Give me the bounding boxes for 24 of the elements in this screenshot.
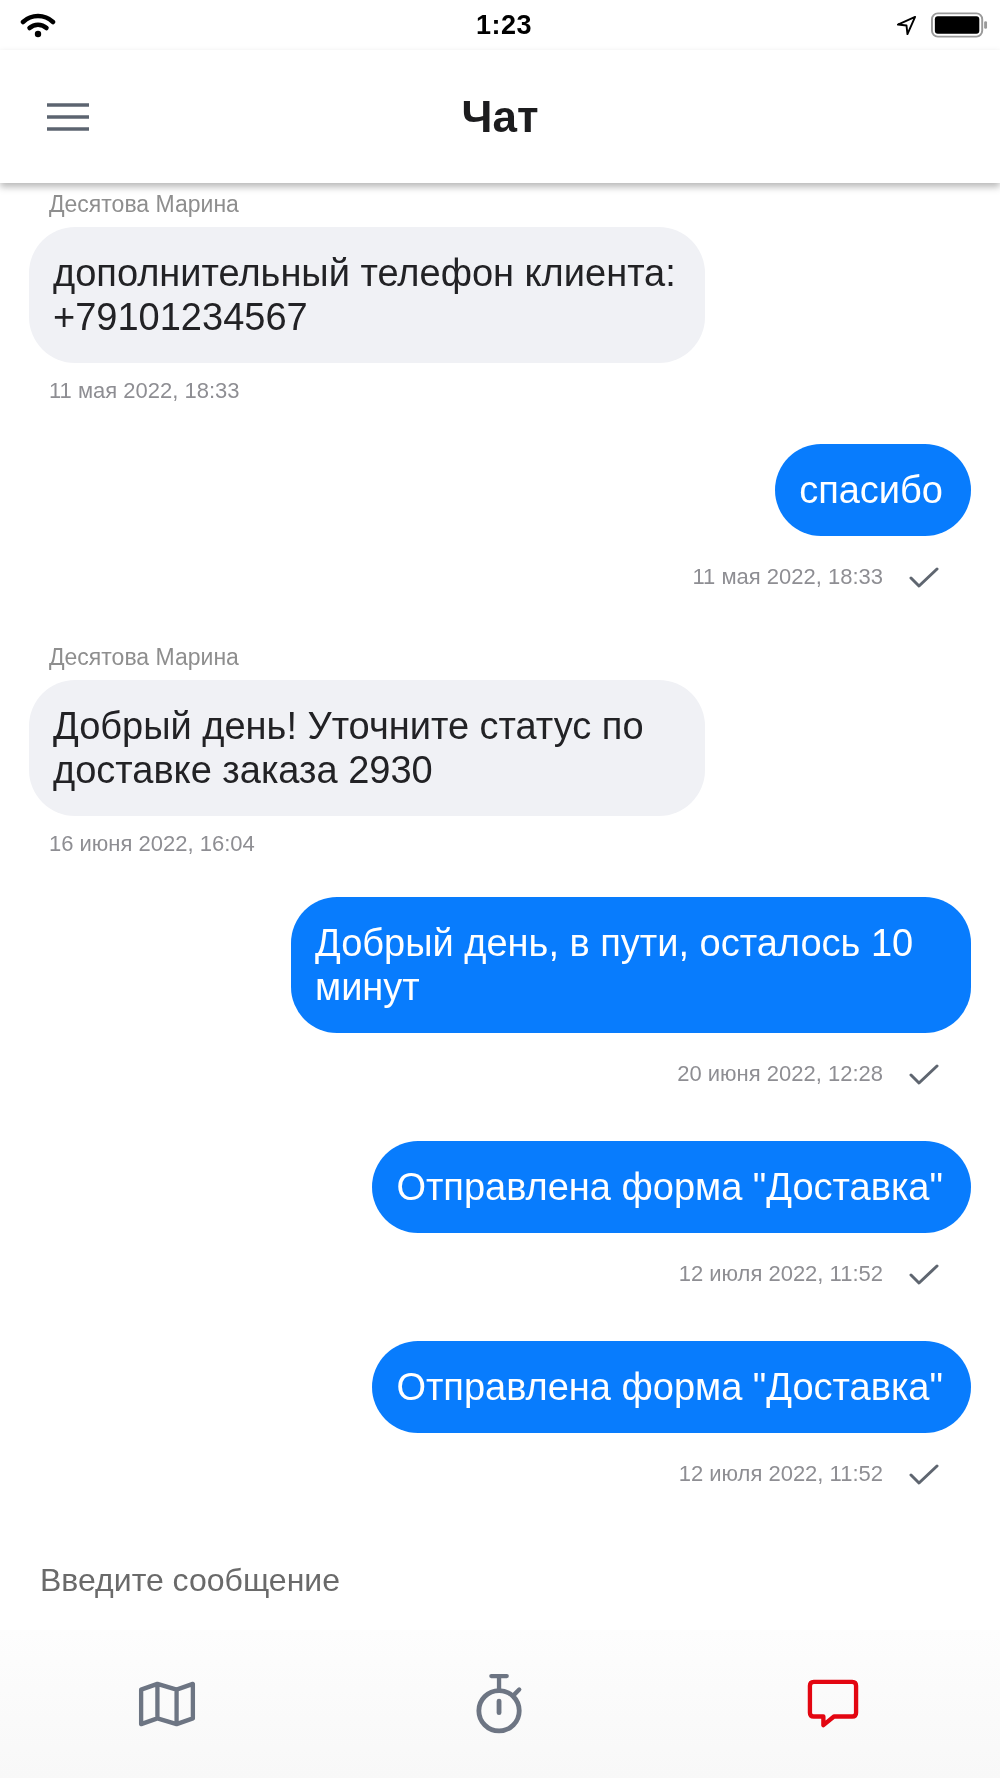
message-time: 20 июня 2022, 12:28 — [677, 1061, 883, 1087]
sent-message-bubble: Добрый день, в пути, осталось 10 минут — [291, 897, 971, 1033]
screen-title: Чат — [461, 91, 539, 142]
received-message-bubble: Добрый день! Уточните статус по доставке заказа 2930 — [29, 680, 705, 816]
status-time: 1:23 — [475, 9, 532, 41]
sender-name: Десятова Марина — [49, 644, 239, 670]
message-time: 12 июля 2022, 11:52 — [678, 1261, 883, 1287]
message-time: 11 мая 2022, 18:33 — [692, 564, 883, 590]
location-arrow-icon — [896, 14, 917, 36]
stopwatch-icon[interactable] — [475, 1673, 525, 1735]
message-time: 16 июня 2022, 16:04 — [49, 831, 255, 857]
menu-icon[interactable] — [45, 102, 91, 132]
wifi-icon — [20, 12, 56, 38]
message-input[interactable]: Введите сообщение — [40, 1557, 660, 1603]
message-time: 11 мая 2022, 18:33 — [49, 378, 240, 404]
chat-icon[interactable] — [807, 1679, 860, 1729]
sent-message-bubble: Отправлена форма "Доставка" — [372, 1341, 971, 1433]
sent-message-bubble: Отправлена форма "Доставка" — [372, 1141, 971, 1233]
message-time: 12 июля 2022, 11:52 — [678, 1461, 883, 1487]
sender-name: Десятова Марина — [49, 191, 239, 217]
map-icon[interactable] — [137, 1681, 196, 1727]
received-message-bubble: дополнительный телефон клиента: +79101234567 — [29, 227, 705, 363]
sent-message-bubble: спасибо — [775, 444, 971, 536]
battery-icon — [931, 12, 988, 38]
